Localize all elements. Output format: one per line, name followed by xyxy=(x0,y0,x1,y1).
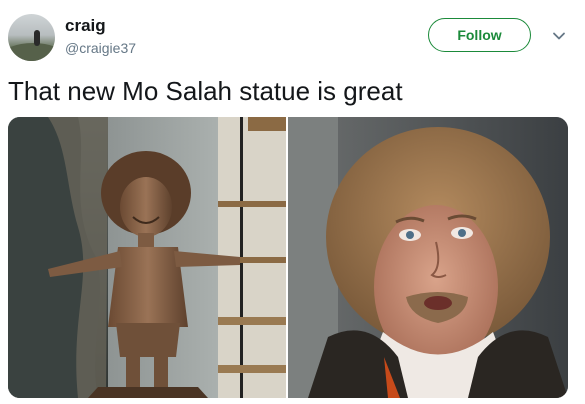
chevron-down-icon[interactable] xyxy=(551,28,567,44)
author-avatar[interactable] xyxy=(8,14,55,61)
tweet-text: That new Mo Salah statue is great xyxy=(8,76,403,106)
avatar-hill xyxy=(8,43,55,61)
statue-photo-icon xyxy=(8,117,286,398)
author-handle[interactable]: @craigie37 xyxy=(65,40,136,56)
avatar-figure xyxy=(34,30,40,46)
tweet-media[interactable] xyxy=(8,117,568,398)
man-photo[interactable] xyxy=(288,117,568,398)
author-display-name[interactable]: craig xyxy=(65,16,106,36)
man-photo-icon xyxy=(288,117,568,398)
statue-photo[interactable] xyxy=(8,117,286,398)
follow-button[interactable]: Follow xyxy=(428,18,531,52)
